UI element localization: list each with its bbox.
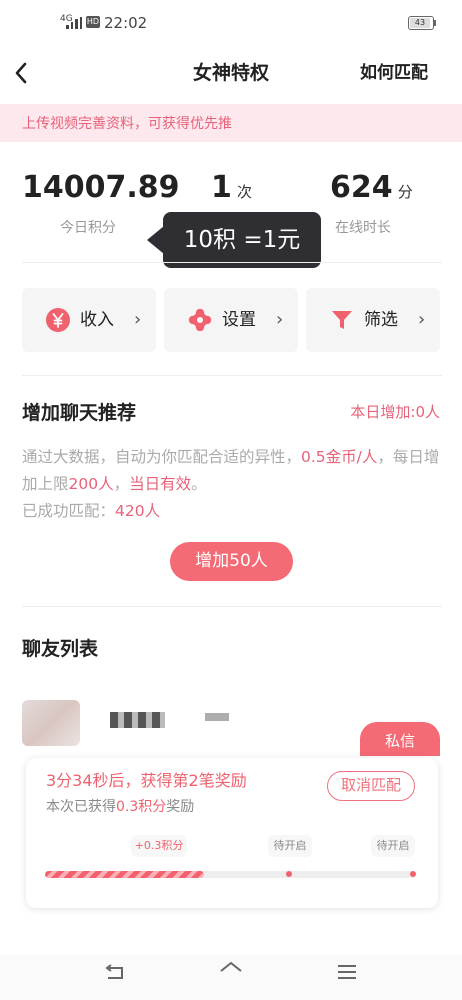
online-value: 624	[330, 170, 393, 205]
divider	[22, 262, 442, 263]
milestone-label: 待开启	[268, 835, 312, 857]
desc-text: 通过大数据，自动为你匹配合适的异性，	[22, 448, 302, 466]
home-nav-icon[interactable]	[218, 961, 244, 981]
how-to-match-link[interactable]: 如何匹配	[360, 58, 428, 88]
online-unit: 分	[397, 183, 413, 201]
milestone-label: 待开启	[371, 835, 415, 857]
desc-text: 。	[191, 475, 207, 493]
countdown-text: 3分34秒后，获得第2笔奖励	[46, 771, 247, 790]
status-bar: 4G HD 22:02 43	[0, 0, 462, 50]
online-label: 在线时长	[335, 220, 391, 236]
milestone-label: +0.3积分	[131, 835, 187, 857]
recommend-title: 增加聊天推荐	[22, 402, 137, 424]
milestone-dot	[410, 871, 416, 877]
upload-video-banner[interactable]: 上传视频完善资料，可获得优先推	[0, 104, 462, 142]
today-added-count: 本日增加:0人	[350, 403, 440, 421]
points-value: 14007.89	[22, 170, 180, 205]
menu-nav-icon[interactable]	[336, 963, 358, 981]
settings-label: 设置	[222, 310, 256, 330]
filter-label: 筛选	[364, 310, 398, 330]
earned-value: 0.3积分	[116, 799, 167, 815]
desc-valid: 当日有效	[129, 475, 192, 493]
blurred-username	[110, 712, 165, 728]
battery-tip	[434, 20, 436, 26]
earned-suffix: 奖励	[166, 799, 195, 815]
back-nav-icon[interactable]	[103, 963, 127, 983]
signal-icon	[66, 17, 82, 29]
divider	[22, 606, 442, 607]
filter-button[interactable]: 筛选 ›	[306, 288, 440, 352]
earned-text: 本次已获得0.3积分奖励	[46, 796, 194, 816]
matched-label: 已成功匹配：	[22, 502, 116, 520]
chat-list-title: 聊友列表	[22, 638, 99, 660]
points-label: 今日积分	[60, 220, 116, 236]
matched-count: 420人	[115, 502, 161, 520]
desc-price: 0.5金币/人	[301, 448, 378, 466]
battery-level: 43	[410, 18, 430, 28]
match-count: 1 次	[211, 170, 252, 205]
add-50-button[interactable]: 增加50人	[170, 542, 293, 581]
message-label: 私信	[384, 732, 415, 750]
reward-countdown: 3分34秒后，获得第2笔奖励	[46, 767, 247, 791]
recommend-description: 通过大数据，自动为你匹配合适的异性，0.5金币/人，每日增加上限200人，当日有…	[22, 444, 442, 525]
settings-button[interactable]: 设置 ›	[164, 288, 298, 352]
hd-badge: HD	[86, 16, 100, 28]
clock: 22:02	[104, 14, 148, 32]
chevron-right-icon: ›	[418, 309, 426, 330]
yen-icon	[46, 308, 70, 332]
reward-progress-fill	[45, 871, 204, 878]
cancel-match-button[interactable]: 取消匹配	[327, 771, 415, 801]
chevron-right-icon: ›	[134, 309, 142, 330]
blurred-badge	[205, 713, 229, 721]
filter-icon	[332, 311, 352, 329]
income-label: 收入	[80, 310, 114, 330]
match-count-unit: 次	[236, 183, 252, 201]
chevron-right-icon: ›	[276, 309, 284, 330]
online-duration: 624 分	[330, 170, 413, 205]
desc-text: ，	[113, 475, 130, 493]
tooltip-arrow	[147, 226, 164, 254]
divider	[22, 375, 442, 376]
message-button[interactable]: 私信	[360, 722, 440, 756]
income-button[interactable]: 收入 ›	[22, 288, 156, 352]
points-rate-tooltip: 10积 =1元	[163, 212, 321, 268]
earned-prefix: 本次已获得	[46, 799, 116, 815]
gear-icon	[188, 308, 212, 332]
match-count-value: 1	[211, 170, 232, 205]
banner-text: 上传视频完善资料，可获得优先推	[22, 116, 232, 132]
milestone-dot	[286, 871, 292, 877]
desc-limit: 200人	[68, 475, 114, 493]
avatar[interactable]	[22, 700, 80, 746]
system-nav-bar	[0, 955, 462, 1000]
